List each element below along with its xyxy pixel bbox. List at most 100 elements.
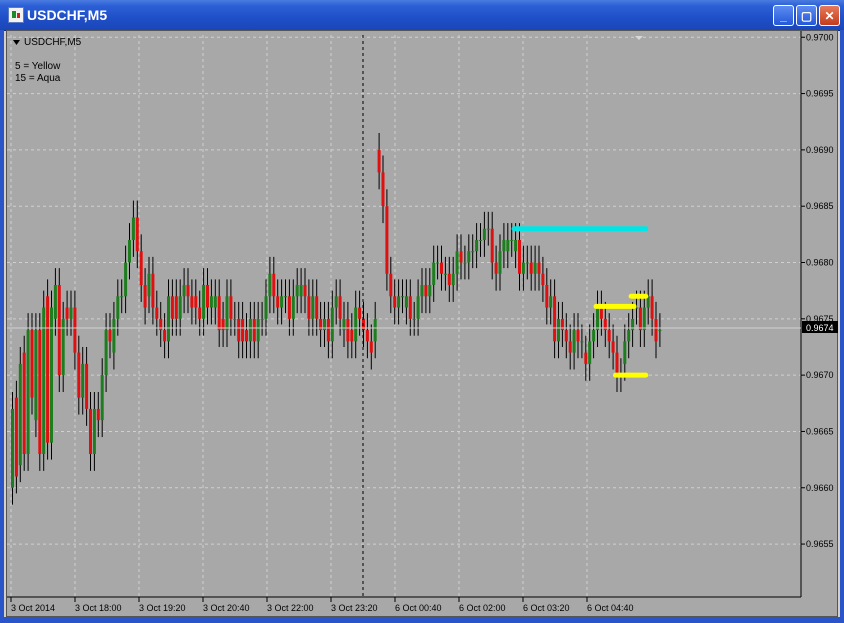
candle-body [447, 273, 451, 286]
chart-menu-arrow-icon[interactable] [13, 40, 20, 45]
candle-body [128, 239, 131, 263]
chart-grid [7, 35, 801, 597]
candle-body [482, 228, 486, 240]
candle-body [416, 296, 420, 319]
candle-body [85, 363, 89, 409]
candle-body [572, 330, 576, 353]
candle-body [638, 307, 642, 331]
candle-body [139, 251, 143, 286]
minimize-button[interactable]: _ [773, 5, 794, 26]
candle-body [393, 296, 397, 308]
window-frame-left [0, 30, 4, 620]
candle-body [100, 375, 104, 421]
candle-body [11, 408, 14, 488]
candle-body [77, 352, 81, 398]
candle-body [576, 330, 580, 342]
candle-body [104, 330, 108, 376]
candle-body [225, 296, 229, 331]
candle-body [299, 285, 303, 297]
close-button[interactable]: ✕ [819, 5, 840, 26]
candle-body [315, 296, 319, 319]
title-bar[interactable]: USDCHF,M5 _ ▢ ✕ [0, 0, 844, 31]
candle-body [498, 251, 502, 274]
candle-body [260, 318, 264, 320]
candle-body [124, 262, 128, 297]
candle-body [521, 262, 525, 274]
candle-body [326, 318, 330, 342]
y-tick-label: 0.9700 [806, 32, 834, 42]
candle-body [412, 318, 416, 320]
candle-body [206, 285, 209, 308]
candle-body [65, 307, 69, 319]
maximize-button[interactable]: ▢ [796, 5, 817, 26]
candle-body [463, 262, 467, 264]
candle-body [475, 239, 479, 252]
shift-marker-icon[interactable] [635, 36, 643, 40]
candle-body [350, 330, 354, 342]
candle-body [451, 273, 455, 286]
candle-body [404, 296, 408, 308]
candle-body [627, 330, 631, 342]
candle-body [194, 296, 198, 308]
candle-body [233, 318, 237, 320]
candle-body [568, 341, 572, 353]
candle-body [178, 296, 182, 319]
candle-body [280, 296, 284, 308]
candle-body [69, 307, 73, 319]
candle-body [268, 273, 272, 297]
y-tick-label: 0.9670 [806, 370, 834, 380]
candle-body [303, 285, 307, 297]
candle-body [190, 296, 194, 308]
chart-area[interactable]: 0.9700 0.9695 0.9690 0.9685 0.9680 0.9675 0.96… [6, 30, 838, 617]
candle-body [580, 341, 584, 343]
candle-body [53, 285, 57, 319]
candle-body [245, 330, 248, 342]
x-tick-label: 6 Oct 00:40 [395, 603, 442, 613]
candle-body [650, 296, 654, 319]
candle-body [397, 296, 401, 308]
candle-body [112, 318, 116, 353]
candle-body [26, 330, 30, 454]
candle-body [443, 273, 447, 275]
candle-body [373, 318, 377, 342]
candle-body [57, 285, 61, 376]
candle-body [557, 318, 560, 342]
candle-body [170, 296, 174, 319]
candle-body [518, 239, 521, 274]
candle-body [471, 251, 475, 253]
candle-body [486, 228, 490, 230]
candle-body [346, 318, 350, 342]
candle-body [30, 330, 34, 398]
candle-body [92, 408, 96, 454]
candle-body [198, 307, 202, 319]
candle-body [22, 352, 26, 454]
candle-body [213, 296, 217, 308]
candle-body [506, 239, 510, 252]
candle-body [584, 352, 588, 364]
candle-body [237, 318, 241, 342]
candle-body [424, 285, 428, 297]
candle-body [311, 296, 315, 319]
candle-body [537, 262, 541, 274]
candle-body [529, 262, 533, 274]
current-price-label: 0.9674 [806, 323, 834, 333]
candle-body [541, 273, 545, 286]
candle-body [436, 262, 440, 264]
legend-line-yellow: 5 = Yellow [15, 61, 61, 72]
candle-body [642, 307, 646, 331]
price-chart[interactable]: 0.97000.96950.96900.96850.96800.96750.96… [7, 31, 839, 618]
candle-body [252, 318, 256, 342]
candle-body [611, 341, 615, 353]
candle-body [307, 296, 311, 319]
y-tick-label: 0.9690 [806, 145, 834, 155]
candle-body [514, 239, 518, 252]
candle-body [14, 397, 18, 477]
candle-body [34, 330, 38, 421]
window-title: USDCHF,M5 [27, 7, 108, 23]
x-tick-label: 6 Oct 02:00 [459, 603, 506, 613]
candles [11, 132, 662, 505]
candle-body [116, 296, 120, 319]
candle-body [284, 296, 287, 298]
candle-body [494, 262, 498, 274]
candle-body [147, 273, 151, 297]
